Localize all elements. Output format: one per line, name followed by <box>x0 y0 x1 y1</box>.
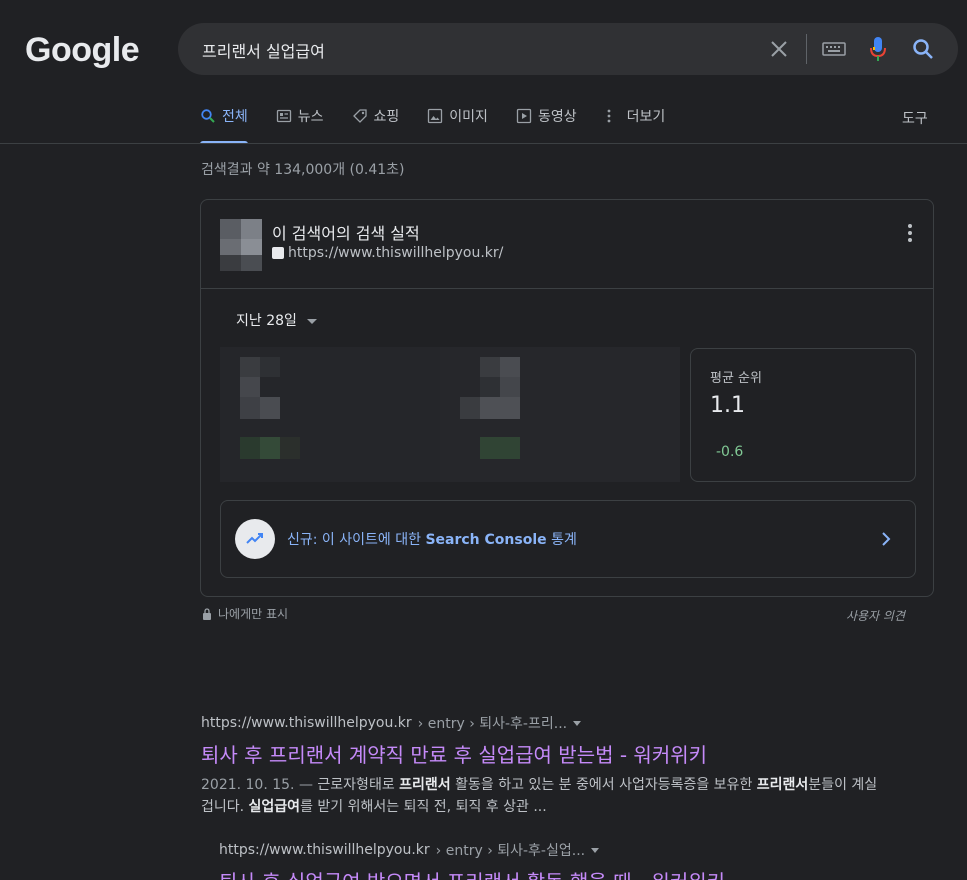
period-dropdown[interactable]: 지난 28일 <box>236 310 317 330</box>
snippet-text: 근로자형태로 <box>317 777 400 793</box>
card-site[interactable]: https://www.thiswillhelpyou.kr/ <box>272 245 503 261</box>
chevron-down-icon <box>306 318 317 324</box>
chevron-down-icon[interactable] <box>573 720 582 726</box>
more-vert-icon <box>607 109 610 123</box>
tab-shopping[interactable]: 쇼핑 <box>352 106 400 144</box>
rank-label: 평균 순위 <box>710 371 762 386</box>
chevron-down-icon[interactable] <box>591 847 600 853</box>
news-icon <box>276 109 291 123</box>
tab-news[interactable]: 뉴스 <box>276 106 324 144</box>
site-thumbnail <box>220 219 262 271</box>
snippet-highlight: 프리랜서 <box>756 777 809 793</box>
tab-label: 이미지 <box>449 109 488 125</box>
impressions-metric-blurred <box>440 347 680 482</box>
result-url-row[interactable]: https://www.thiswillhelpyou.kr › entry ›… <box>219 840 725 860</box>
tab-label: 쇼핑 <box>373 109 400 125</box>
more-options-icon[interactable] <box>901 222 919 244</box>
result-date: 2021. 10. 15. — <box>201 777 318 793</box>
lock-icon <box>203 607 211 620</box>
search-console-text: 신규: 이 사이트에 대한 Search Console 통계 <box>287 529 577 549</box>
search-icon <box>201 109 215 123</box>
search-input[interactable]: 프리랜서 실업급여 <box>202 38 325 62</box>
tab-label: 뉴스 <box>297 109 324 125</box>
result-stats: 검색결과 약 134,000개 (0.41초) <box>201 162 405 178</box>
search-performance-card: 이 검색어의 검색 실적 https://www.thiswillhelpyou… <box>200 199 934 597</box>
result-breadcrumb: › entry › 퇴사-후-프리... <box>417 716 568 732</box>
result-title[interactable]: 퇴사 후 실업급여 받으면서 프리랜서 활동 했을 때 - 워커위키 <box>219 866 725 880</box>
result-breadcrumb: › entry › 퇴사-후-실업... <box>435 843 586 859</box>
divider <box>806 34 807 64</box>
snippet-text: 활동을 하고 있는 분 중에서 사업자등록증을 보유한 <box>450 777 757 793</box>
search-result: https://www.thiswillhelpyou.kr › entry ›… <box>201 713 881 818</box>
snippet-text: 를 받기 위해서는 퇴직 전, 퇴직 후 상관 ... <box>300 799 547 815</box>
google-logo[interactable]: Google <box>25 31 140 70</box>
tab-all[interactable]: 전체 <box>200 106 248 144</box>
visibility-label: 나에게만 표시 <box>218 607 289 621</box>
result-url[interactable]: https://www.thiswillhelpyou.kr <box>219 842 430 858</box>
console-bold: Search Console <box>425 532 547 548</box>
card-title: 이 검색어의 검색 실적 <box>272 224 420 243</box>
tab-label: 더보기 <box>626 109 666 125</box>
keyboard-icon[interactable] <box>822 40 846 58</box>
site-favicon <box>272 247 284 259</box>
period-label: 지난 28일 <box>236 313 297 329</box>
play-icon <box>516 108 532 124</box>
console-prefix: 신규: 이 사이트에 대한 <box>287 532 426 548</box>
tab-videos[interactable]: 동영상 <box>516 106 577 144</box>
result-title[interactable]: 퇴사 후 프리랜서 계약직 만료 후 실업급여 받는법 - 워커위키 <box>201 739 881 768</box>
result-url[interactable]: https://www.thiswillhelpyou.kr <box>201 715 412 731</box>
average-position-box: 평균 순위 1.1 -0.6 <box>690 348 916 482</box>
search-result-indented: https://www.thiswillhelpyou.kr › entry ›… <box>219 840 725 880</box>
search-console-link[interactable]: 신규: 이 사이트에 대한 Search Console 통계 <box>220 500 916 578</box>
tab-label: 동영상 <box>537 109 577 125</box>
header-divider <box>0 143 967 144</box>
snippet-highlight: 프리랜서 <box>399 777 451 793</box>
tag-icon <box>352 109 367 123</box>
microphone-icon[interactable] <box>868 36 888 62</box>
search-tabs: 전체 뉴스 쇼핑 이미지 동영상 더보기 <box>200 106 693 144</box>
rank-value: 1.1 <box>710 393 745 418</box>
search-box[interactable]: 프리랜서 실업급여 <box>178 23 958 75</box>
chevron-right-icon <box>882 532 891 546</box>
visibility-note: 나에게만 표시 <box>202 605 288 622</box>
result-url-row[interactable]: https://www.thiswillhelpyou.kr › entry ›… <box>201 713 881 733</box>
console-suffix: 통계 <box>546 532 577 548</box>
rank-change: -0.6 <box>716 444 744 460</box>
result-snippet: 2021. 10. 15. — 근로자형태로 프리랜서 활동을 하고 있는 분 … <box>201 774 881 818</box>
close-icon[interactable] <box>767 37 791 61</box>
feedback-link[interactable]: 사용자 의견 <box>846 607 905 624</box>
trending-up-icon <box>246 533 263 544</box>
search-icon[interactable] <box>911 37 935 61</box>
image-icon <box>428 108 443 124</box>
snippet-highlight: 실업급여 <box>248 799 301 815</box>
trending-icon-circle <box>235 519 275 559</box>
tab-images[interactable]: 이미지 <box>427 106 488 144</box>
tab-more[interactable]: 더보기 <box>605 106 666 144</box>
clicks-metric-blurred <box>220 347 440 482</box>
tab-label: 전체 <box>222 109 248 125</box>
card-url[interactable]: https://www.thiswillhelpyou.kr/ <box>288 245 503 261</box>
search-results-page: Google 프리랜서 실업급여 전체 뉴스 쇼핑 이미지 동영상 더보기 도구… <box>0 0 967 880</box>
card-header: 이 검색어의 검색 실적 https://www.thiswillhelpyou… <box>201 200 933 289</box>
tools-button[interactable]: 도구 <box>902 108 928 128</box>
